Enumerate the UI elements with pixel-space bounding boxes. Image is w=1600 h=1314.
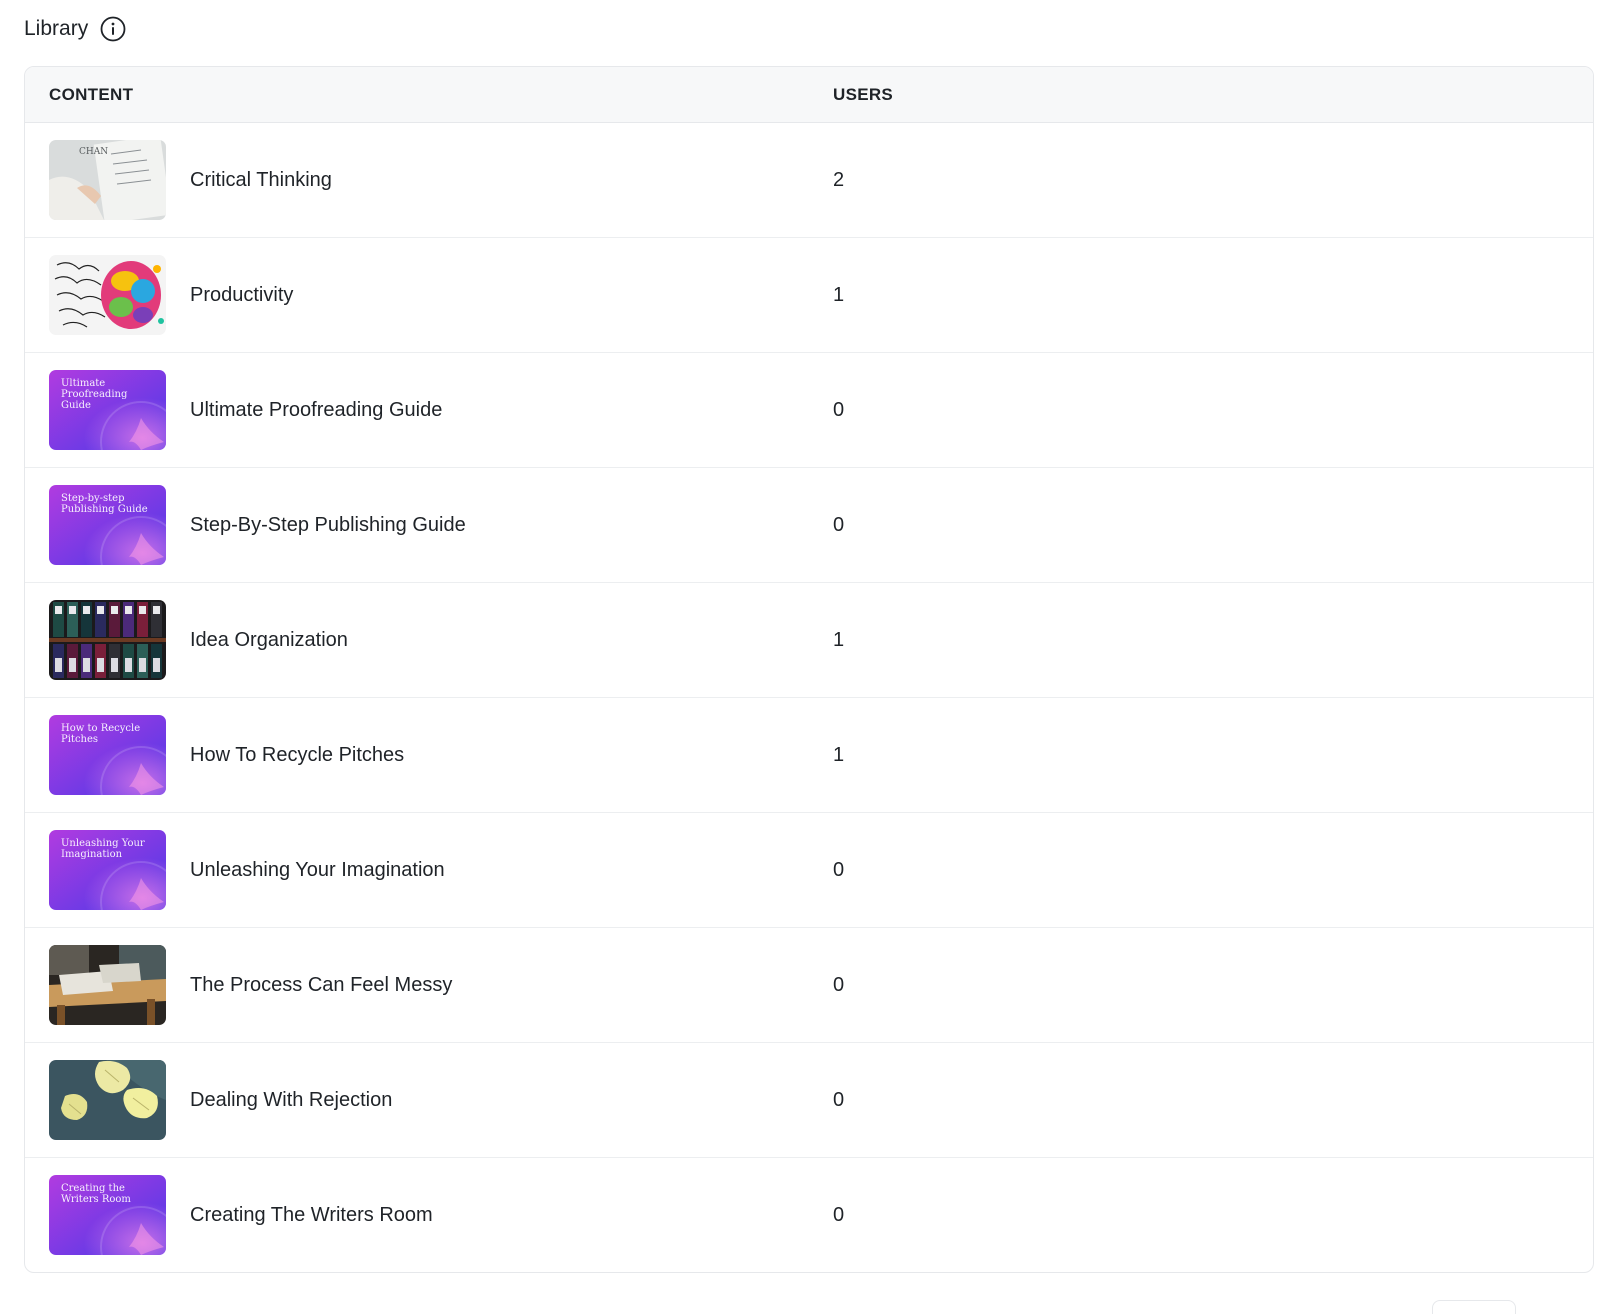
photo-thumbnail-art: CHAN <box>49 140 166 220</box>
users-count: 2 <box>833 168 845 191</box>
content-title[interactable]: Step-By-Step Publishing Guide <box>190 514 466 537</box>
users-count: 0 <box>833 1203 845 1226</box>
content-title[interactable]: Dealing With Rejection <box>190 1089 392 1112</box>
table-row[interactable]: Ultimate Proofreading Guide Ultimate Proo… <box>25 353 1593 468</box>
content-title[interactable]: Ultimate Proofreading Guide <box>190 399 442 422</box>
content-cell: Productivity <box>25 255 833 335</box>
content-thumbnail[interactable] <box>49 1060 166 1140</box>
photo-thumbnail-art <box>49 1060 166 1140</box>
users-count: 0 <box>833 1088 845 1111</box>
thumbnail-caption: Ultimate Proofreading Guide <box>61 378 128 411</box>
content-cell: CHAN Critical Thinking <box>25 140 833 220</box>
content-cell: How to Recycle Pitches How To Recycle Pit… <box>25 715 833 795</box>
users-count: 0 <box>833 513 845 536</box>
content-thumbnail[interactable] <box>49 600 166 680</box>
library-page: Library CONTENT USERS CHAN Critical Think… <box>0 0 1600 1314</box>
pagination-button[interactable] <box>1432 1300 1516 1314</box>
library-table: CONTENT USERS CHAN Critical Thinking 2 Prod… <box>24 66 1594 1273</box>
content-cell: Step-by-step Publishing Guide Step-By-Ste… <box>25 485 833 565</box>
content-thumbnail[interactable] <box>49 945 166 1025</box>
thumbnail-caption: Unleashing Your Imagination <box>61 838 145 860</box>
content-cell: Idea Organization <box>25 600 833 680</box>
library-header: Library <box>24 12 126 46</box>
content-title[interactable]: Idea Organization <box>190 629 348 652</box>
table-header: CONTENT USERS <box>25 67 1593 123</box>
column-header-users[interactable]: USERS <box>833 85 1593 105</box>
content-title[interactable]: Creating The Writers Room <box>190 1204 433 1227</box>
photo-thumbnail-art <box>49 255 166 335</box>
content-title[interactable]: Productivity <box>190 284 293 307</box>
content-title[interactable]: Unleashing Your Imagination <box>190 859 445 882</box>
page-title: Library <box>24 17 89 40</box>
content-cell: Creating the Writers Room Creating The Wr… <box>25 1175 833 1255</box>
content-cell: Dealing With Rejection <box>25 1060 833 1140</box>
photo-thumbnail-art <box>49 945 166 1025</box>
content-title[interactable]: Critical Thinking <box>190 169 332 192</box>
users-count: 0 <box>833 858 845 881</box>
users-count: 1 <box>833 743 845 766</box>
table-row[interactable]: Dealing With Rejection 0 <box>25 1043 1593 1158</box>
content-thumbnail[interactable]: How to Recycle Pitches <box>49 715 166 795</box>
table-row[interactable]: Idea Organization 1 <box>25 583 1593 698</box>
content-cell: Unleashing Your Imagination Unleashing Yo… <box>25 830 833 910</box>
column-header-content[interactable]: CONTENT <box>25 85 833 105</box>
table-row[interactable]: Productivity 1 <box>25 238 1593 353</box>
table-row[interactable]: The Process Can Feel Messy 0 <box>25 928 1593 1043</box>
table-row[interactable]: Step-by-step Publishing Guide Step-By-Ste… <box>25 468 1593 583</box>
thumbnail-caption: Step-by-step Publishing Guide <box>61 493 148 515</box>
content-cell: The Process Can Feel Messy <box>25 945 833 1025</box>
table-row[interactable]: How to Recycle Pitches How To Recycle Pit… <box>25 698 1593 813</box>
info-circle-icon[interactable] <box>100 16 126 42</box>
photo-thumbnail-art <box>49 600 166 680</box>
table-row[interactable]: CHAN Critical Thinking 2 <box>25 123 1593 238</box>
thumbnail-caption: How to Recycle Pitches <box>61 723 141 745</box>
content-thumbnail[interactable]: Unleashing Your Imagination <box>49 830 166 910</box>
content-thumbnail[interactable]: Step-by-step Publishing Guide <box>49 485 166 565</box>
content-thumbnail[interactable]: CHAN <box>49 140 166 220</box>
svg-text:CHAN: CHAN <box>79 147 108 157</box>
table-row[interactable]: Unleashing Your Imagination Unleashing Yo… <box>25 813 1593 928</box>
table-body: CHAN Critical Thinking 2 Productivity 1 Ultim… <box>25 123 1593 1272</box>
content-cell: Ultimate Proofreading Guide Ultimate Proo… <box>25 370 833 450</box>
content-title[interactable]: The Process Can Feel Messy <box>190 974 452 997</box>
thumbnail-caption: Creating the Writers Room <box>61 1183 131 1205</box>
content-thumbnail[interactable] <box>49 255 166 335</box>
users-count: 1 <box>833 628 845 651</box>
users-count: 1 <box>833 283 845 306</box>
users-count: 0 <box>833 973 845 996</box>
content-thumbnail[interactable]: Ultimate Proofreading Guide <box>49 370 166 450</box>
content-title[interactable]: How To Recycle Pitches <box>190 744 404 767</box>
table-row[interactable]: Creating the Writers Room Creating The Wr… <box>25 1158 1593 1272</box>
users-count: 0 <box>833 398 845 421</box>
content-thumbnail[interactable]: Creating the Writers Room <box>49 1175 166 1255</box>
